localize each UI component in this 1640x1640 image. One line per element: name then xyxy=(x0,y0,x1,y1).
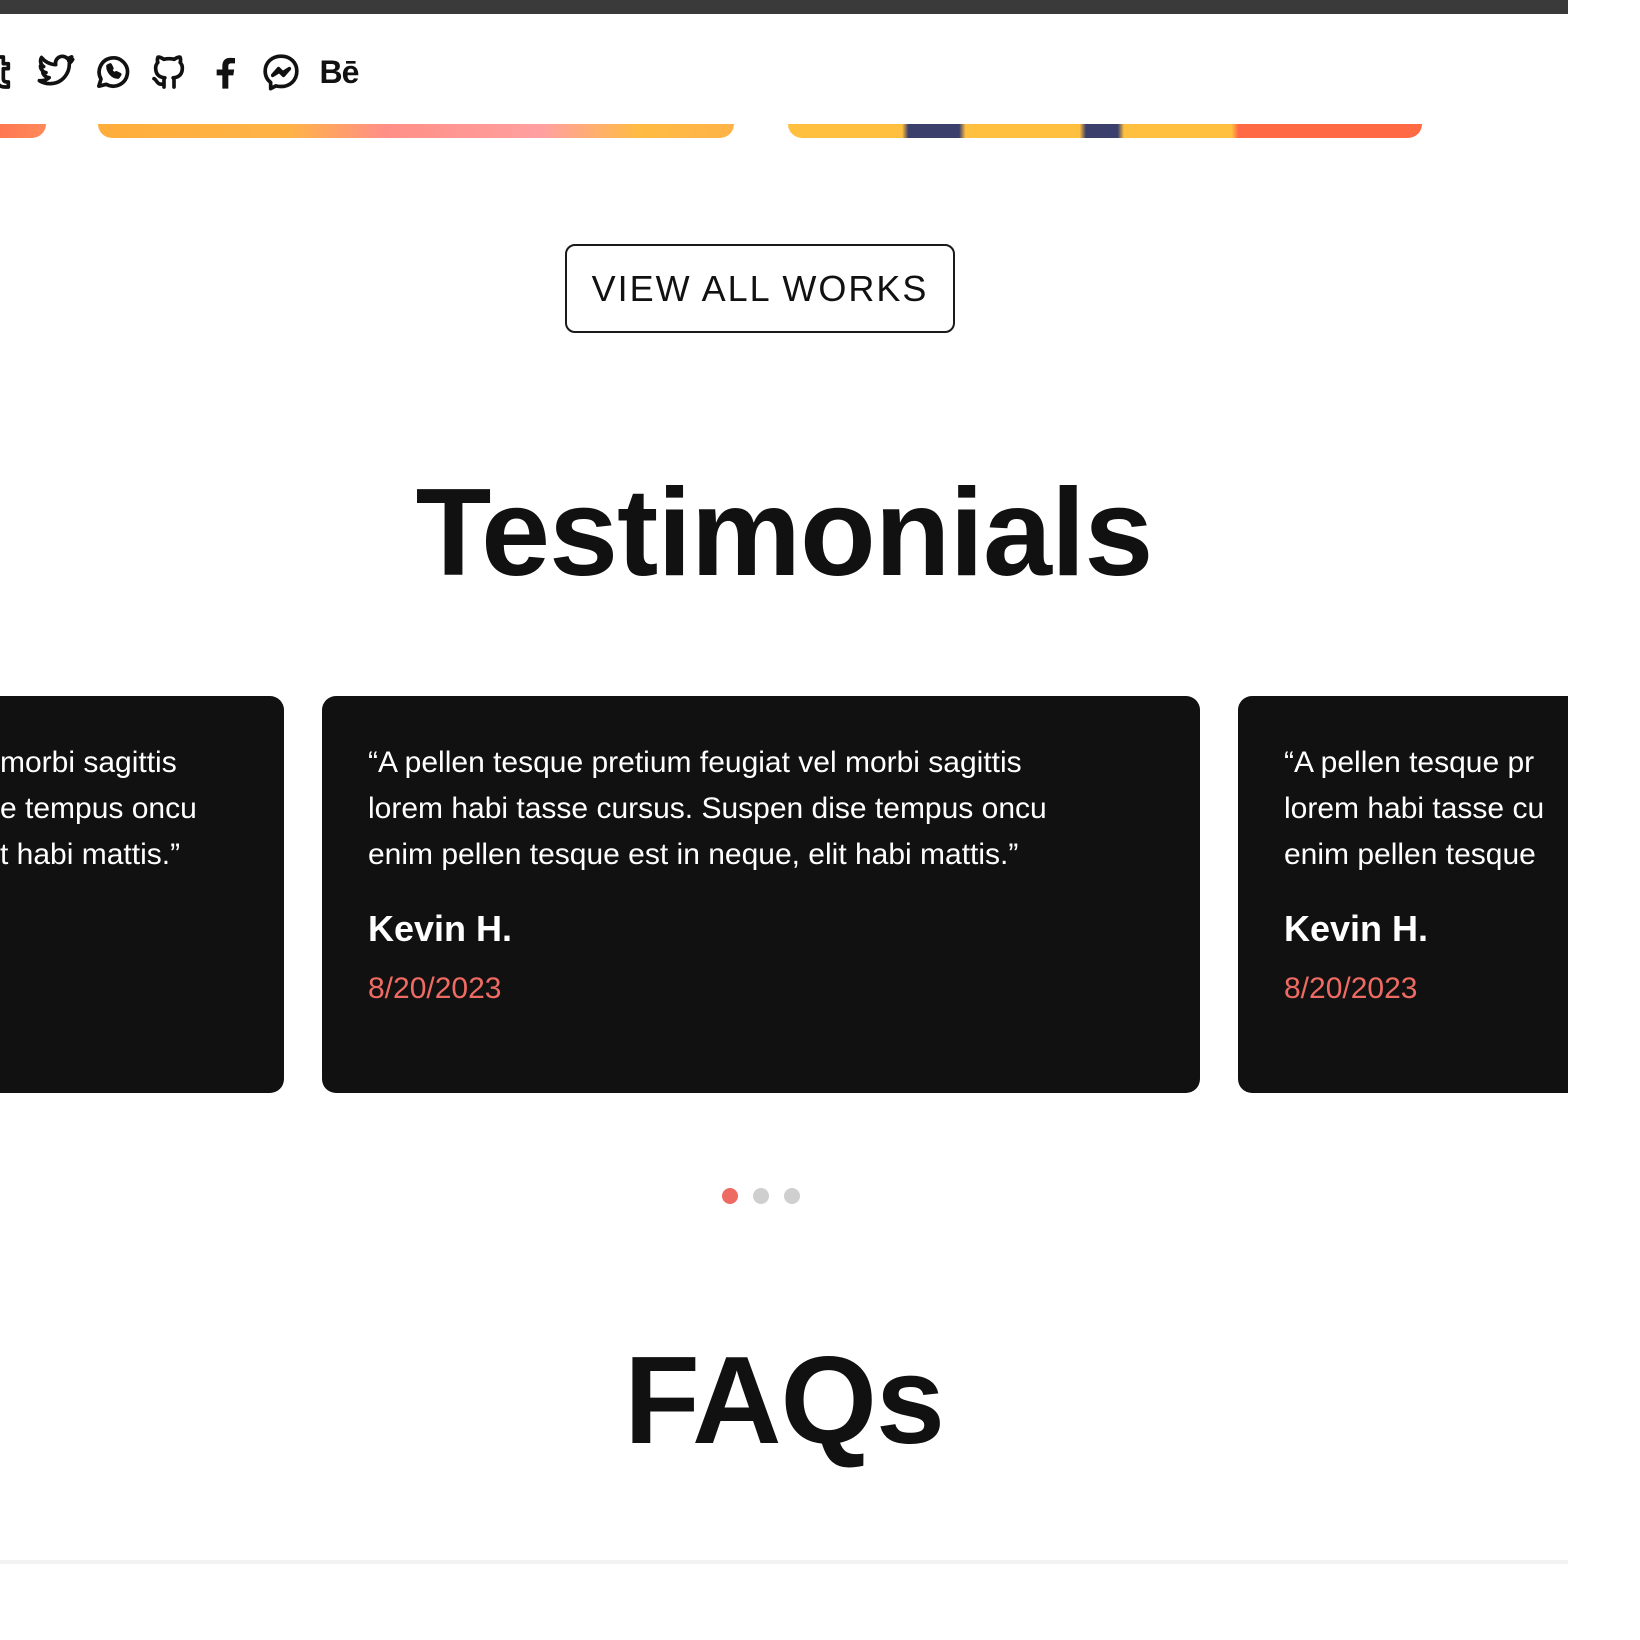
quote-line: “A pellen tesque pr xyxy=(1284,746,1535,779)
testimonial-quote-clip: morbi sagittis e tempus oncu t habi matt… xyxy=(0,740,284,878)
quote-line: lorem habi tasse cu xyxy=(1284,792,1545,825)
work-thumbnail-2[interactable] xyxy=(788,124,1422,138)
quote-line: enim pellen tesque xyxy=(1284,838,1536,871)
testimonial-quote: morbi sagittis e tempus oncu t habi matt… xyxy=(0,740,284,878)
testimonial-date: 8/20/2023 xyxy=(368,972,502,1005)
section-divider xyxy=(0,1560,1568,1564)
testimonial-card-next[interactable]: “A pellen tesque pr lorem habi tasse cu … xyxy=(1238,696,1568,1093)
carousel-pagination xyxy=(722,1188,800,1204)
testimonial-quote: “A pellen tesque pretium feugiat vel mor… xyxy=(368,740,1154,878)
testimonial-quote: “A pellen tesque pr lorem habi tasse cu … xyxy=(1284,740,1568,878)
view-all-works-button[interactable]: VIEW ALL WORKS xyxy=(565,244,955,333)
quote-line: enim pellen tesque est in neque, elit ha… xyxy=(368,838,1019,871)
whatsapp-icon[interactable] xyxy=(91,50,135,94)
tumblr-icon[interactable] xyxy=(0,50,22,94)
behance-label: Bē xyxy=(319,53,360,90)
github-icon[interactable] xyxy=(147,50,191,94)
testimonial-card-active[interactable]: “A pellen tesque pretium feugiat vel mor… xyxy=(322,696,1200,1093)
testimonials-title: Testimonials xyxy=(415,464,1154,602)
quote-line: morbi sagittis xyxy=(0,746,177,779)
testimonial-author: Kevin H. xyxy=(368,908,513,949)
quote-line: e tempus oncu xyxy=(0,792,197,825)
testimonial-date: 8/20/2023 xyxy=(1284,972,1418,1005)
work-thumbnail-left[interactable] xyxy=(0,124,46,138)
window-margin xyxy=(1568,0,1640,1640)
carousel-dot-2[interactable] xyxy=(753,1188,769,1204)
carousel-dot-1[interactable] xyxy=(722,1188,738,1204)
quote-line: lorem habi tasse cursus. Suspen dise tem… xyxy=(368,792,1047,825)
quote-line: t habi mattis.” xyxy=(0,838,181,871)
carousel-dot-3[interactable] xyxy=(784,1188,800,1204)
quote-line: “A pellen tesque pretium feugiat vel mor… xyxy=(368,746,1022,779)
testimonial-author: Kevin H. xyxy=(1284,908,1429,949)
twitter-icon[interactable] xyxy=(34,50,78,94)
faqs-title: FAQs xyxy=(624,1332,945,1470)
facebook-icon[interactable] xyxy=(203,50,247,94)
behance-icon[interactable]: Bē xyxy=(315,50,363,94)
page: Bē VIEW ALL WORKS Testimonials morbi sag… xyxy=(0,0,1568,1640)
browser-top-bar xyxy=(0,0,1568,14)
testimonial-card-prev[interactable]: morbi sagittis e tempus oncu t habi matt… xyxy=(0,696,284,1093)
messenger-icon[interactable] xyxy=(259,50,303,94)
work-thumbnail-1[interactable] xyxy=(98,124,734,138)
